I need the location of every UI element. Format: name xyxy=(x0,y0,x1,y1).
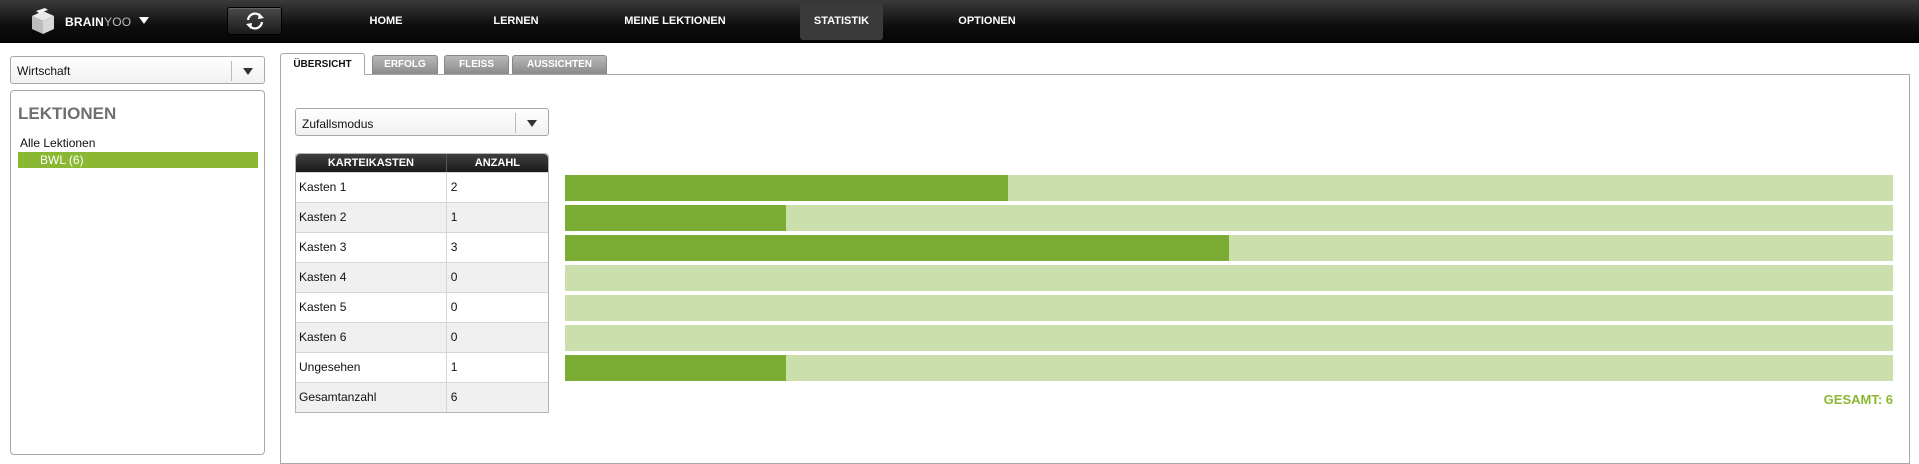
table-row: Kasten 4 0 xyxy=(296,262,548,292)
brand-menu-caret-icon[interactable] xyxy=(139,17,149,24)
column-header-karteikasten: KARTEIKASTEN xyxy=(296,154,447,172)
tab-erfolg[interactable]: ERFOLG xyxy=(372,55,438,74)
lesson-item-label: BWL (6) xyxy=(40,153,84,167)
all-lessons-link[interactable]: Alle Lektionen xyxy=(20,136,95,150)
mode-select[interactable]: Zufallsmodus xyxy=(295,108,549,136)
bar-track-kasten-6 xyxy=(565,325,1893,351)
table-cell-name: Kasten 3 xyxy=(296,233,447,262)
table-row: Kasten 6 0 xyxy=(296,322,548,352)
nav-lernen[interactable]: LERNEN xyxy=(486,0,546,41)
nav-statistik[interactable]: STATISTIK xyxy=(800,3,883,40)
subject-select-divider xyxy=(231,61,232,81)
bar-fill-kasten-1 xyxy=(565,175,1008,201)
table-cell-count: 0 xyxy=(450,270,458,284)
table-row: Kasten 3 3 xyxy=(296,232,548,262)
table-row: Kasten 2 1 xyxy=(296,202,548,232)
bar-fill-ungesehen xyxy=(565,355,786,381)
bar-track-kasten-2 xyxy=(565,205,1893,231)
table-header: KARTEIKASTEN ANZAHL xyxy=(296,154,548,172)
table-cell-count: 1 xyxy=(450,360,458,374)
table-cell-name: Kasten 2 xyxy=(296,203,447,232)
bar-track-kasten-1 xyxy=(565,175,1893,201)
nav-home[interactable]: HOME xyxy=(356,0,416,41)
brand-name-bold: BRAIN xyxy=(65,15,104,29)
sync-button[interactable] xyxy=(227,7,282,35)
column-header-anzahl: ANZAHL xyxy=(474,157,521,169)
karteikasten-table: KARTEIKASTEN ANZAHL Kasten 1 2 Kasten 2 … xyxy=(295,153,549,413)
brand-name[interactable]: BRAINYOO xyxy=(65,15,131,29)
chevron-down-icon[interactable] xyxy=(243,68,253,75)
bar-fill-kasten-3 xyxy=(565,235,1229,261)
tab-fleiss[interactable]: FLEISS xyxy=(444,55,509,74)
subject-select[interactable]: Wirtschaft xyxy=(10,56,265,84)
mode-select-value: Zufallsmodus xyxy=(302,117,374,131)
nav-meine-lektionen[interactable]: MEINE LEKTIONEN xyxy=(620,0,730,41)
table-cell-count: 6 xyxy=(450,390,458,404)
tab-uebersicht[interactable]: ÜBERSICHT xyxy=(280,53,365,75)
table-cell-name: Kasten 1 xyxy=(296,173,447,202)
table-cell-count: 1 xyxy=(450,210,458,224)
table-cell-name: Gesamtanzahl xyxy=(296,383,447,412)
bar-fill-kasten-2 xyxy=(565,205,786,231)
bar-track-kasten-3 xyxy=(565,235,1893,261)
brand-name-light: YOO xyxy=(104,15,132,29)
total-count-label: GESAMT: 6 xyxy=(1823,392,1893,407)
lessons-panel: LEKTIONEN Alle Lektionen BWL (6) xyxy=(10,90,265,455)
table-cell-name: Ungesehen xyxy=(296,353,447,382)
lesson-item-bwl[interactable]: BWL (6) xyxy=(18,152,258,168)
table-cell-count: 0 xyxy=(450,300,458,314)
table-cell-name: Kasten 5 xyxy=(296,293,447,322)
bar-track-ungesehen xyxy=(565,355,1893,381)
mode-select-divider xyxy=(515,113,516,133)
brainyoo-logo-icon xyxy=(28,8,58,36)
table-row: Kasten 1 2 xyxy=(296,172,548,202)
sync-icon xyxy=(246,12,264,30)
table-cell-count: 0 xyxy=(450,330,458,344)
tab-aussichten[interactable]: AUSSICHTEN xyxy=(512,55,607,74)
top-navigation-bar: BRAINYOO HOME LERNEN MEINE LEKTIONEN STA… xyxy=(0,0,1919,43)
table-cell-count: 3 xyxy=(450,240,458,254)
subject-select-value: Wirtschaft xyxy=(17,64,71,78)
bar-track-kasten-4 xyxy=(565,265,1893,291)
lessons-title: LEKTIONEN xyxy=(18,104,117,123)
table-cell-name: Kasten 4 xyxy=(296,263,447,292)
nav-optionen[interactable]: OPTIONEN xyxy=(952,0,1022,41)
chevron-down-icon[interactable] xyxy=(527,120,537,127)
table-cell-name: Kasten 6 xyxy=(296,323,447,352)
table-cell-count: 2 xyxy=(450,180,458,194)
table-row: Kasten 5 0 xyxy=(296,292,548,322)
table-row: Ungesehen 1 xyxy=(296,352,548,382)
bar-track-kasten-5 xyxy=(565,295,1893,321)
table-row: Gesamtanzahl 6 xyxy=(296,382,548,412)
